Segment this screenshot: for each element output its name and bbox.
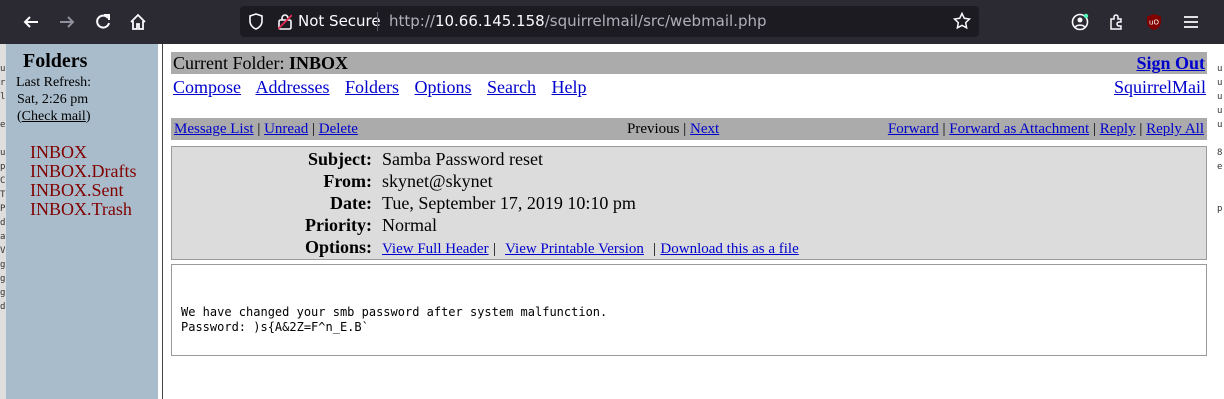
nav-search[interactable]: Search	[487, 77, 536, 97]
message-list-link[interactable]: Message List	[174, 121, 254, 137]
reply-all-link[interactable]: Reply All	[1146, 121, 1204, 137]
message-headers: Subject: Samba Password reset From: skyn…	[171, 146, 1207, 260]
folder-drafts[interactable]: INBOX.Drafts	[30, 162, 136, 181]
refresh-time: Sat, 2:26 pm	[17, 92, 89, 107]
reply-link[interactable]: Reply	[1100, 121, 1136, 137]
check-mail: (Check mail)	[17, 109, 91, 124]
options-links: View Full Header | View Printable Versio…	[382, 241, 799, 257]
message-pane: Current Folder: INBOX Sign Out Compose A…	[163, 44, 1217, 399]
forward-link[interactable]: Forward	[888, 121, 939, 137]
background-window-edge-right: u u u u u 8 e p	[1217, 44, 1224, 399]
svg-text:uO: uO	[1149, 19, 1159, 27]
current-folder-label: Current Folder:	[173, 53, 285, 73]
priority-value: Normal	[382, 215, 437, 235]
subject-label: Subject:	[308, 149, 372, 169]
options-row: Options: View Full Header | View Printab…	[172, 237, 1208, 259]
body-line-1: We have changed your smb password after …	[181, 305, 608, 319]
message-body: We have changed your smb password after …	[171, 264, 1207, 356]
folder-list: INBOX INBOX.Drafts INBOX.Sent INBOX.Tras…	[30, 143, 136, 219]
sign-out-link[interactable]: Sign Out	[1136, 53, 1205, 74]
check-mail-link[interactable]: Check mail	[22, 109, 86, 124]
extensions-icon[interactable]	[1103, 8, 1131, 36]
insecure-lock-icon[interactable]	[277, 13, 293, 34]
previous-label: Previous	[627, 121, 680, 137]
current-folder-name: INBOX	[288, 53, 348, 73]
bookmark-star-icon[interactable]	[952, 11, 972, 34]
next-link[interactable]: Next	[690, 121, 719, 137]
nav-help[interactable]: Help	[552, 77, 587, 97]
urlbar-separator	[377, 12, 378, 31]
body-line-2: Password: )s{A&2Z=F^n_E.B`	[181, 320, 369, 334]
forward-attachment-link[interactable]: Forward as Attachment	[949, 121, 1089, 137]
from-value: skynet@skynet	[382, 171, 493, 191]
from-row: From: skynet@skynet	[172, 171, 1208, 193]
browser-toolbar: Not Secure http://10.66.145.158/squirrel…	[0, 0, 1224, 44]
main-nav: Compose Addresses Folders Options Search…	[173, 77, 598, 98]
folder-sent[interactable]: INBOX.Sent	[30, 181, 136, 200]
last-refresh: Last Refresh: Sat, 2:26 pm (Check mail)	[16, 74, 91, 125]
priority-row: Priority: Normal	[172, 215, 1208, 237]
reload-icon[interactable]	[89, 8, 117, 36]
menu-icon[interactable]	[1177, 8, 1205, 36]
message-body-text: We have changed your smb password after …	[181, 305, 607, 335]
date-label: Date:	[330, 193, 372, 213]
address-bar[interactable]: Not Secure http://10.66.145.158/squirrel…	[240, 6, 979, 37]
folders-title: Folders	[23, 50, 88, 72]
tracking-shield-icon[interactable]	[248, 13, 264, 34]
folder-trash[interactable]: INBOX.Trash	[30, 200, 136, 219]
date-row: Date: Tue, September 17, 2019 10:10 pm	[172, 193, 1208, 215]
nav-compose[interactable]: Compose	[173, 77, 241, 97]
squirrelmail-link[interactable]: SquirrelMail	[1114, 77, 1206, 98]
reply-actions: Forward | Forward as Attachment | Reply …	[887, 121, 1204, 137]
options-label: Options:	[304, 237, 372, 257]
page-content: u r l e u p C T P d a V g g g d Folders …	[0, 44, 1224, 399]
folder-pane: Folders Last Refresh: Sat, 2:26 pm (Chec…	[6, 44, 158, 399]
subject-row: Subject: Samba Password reset	[172, 149, 1208, 171]
download-file-link[interactable]: Download this as a file	[660, 241, 798, 257]
nav-options[interactable]: Options	[415, 77, 472, 97]
url-text[interactable]: http://10.66.145.158/squirrelmail/src/we…	[389, 12, 767, 30]
nav-folders[interactable]: Folders	[345, 77, 399, 97]
current-folder-bar: Current Folder: INBOX Sign Out	[171, 52, 1207, 74]
from-label: From:	[323, 171, 372, 191]
folder-inbox[interactable]: INBOX	[30, 143, 136, 162]
unread-link[interactable]: Unread	[264, 121, 308, 137]
date-value: Tue, September 17, 2019 10:10 pm	[382, 193, 636, 213]
account-icon[interactable]	[1066, 8, 1094, 36]
ublock-icon[interactable]: uO	[1140, 8, 1168, 36]
not-secure-label: Not Secure	[298, 12, 381, 30]
subject-value: Samba Password reset	[382, 149, 543, 169]
priority-label: Priority:	[305, 215, 372, 235]
list-actions: Message List | Unread | Delete	[174, 121, 358, 137]
view-printable-link[interactable]: View Printable Version	[505, 241, 644, 257]
home-icon[interactable]	[124, 8, 152, 36]
view-full-header-link[interactable]: View Full Header	[382, 241, 489, 257]
back-icon[interactable]	[17, 8, 45, 36]
delete-link[interactable]: Delete	[319, 121, 358, 137]
last-refresh-label: Last Refresh:	[16, 75, 92, 90]
prev-next: Previous | Next	[627, 121, 720, 137]
message-actions-bar: Message List | Unread | Delete Previous …	[171, 118, 1207, 140]
nav-addresses[interactable]: Addresses	[256, 77, 330, 97]
forward-icon[interactable]	[53, 8, 81, 36]
